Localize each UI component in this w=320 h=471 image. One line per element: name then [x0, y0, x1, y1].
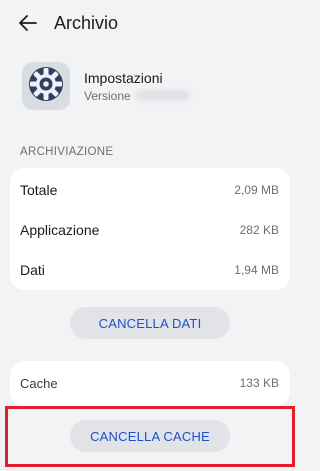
- storage-row-data: Dati 1,94 MB: [10, 250, 290, 290]
- storage-row-label: Applicazione: [20, 222, 100, 238]
- storage-card: Totale 2,09 MB Applicazione 282 KB Dati …: [10, 168, 290, 290]
- storage-row-label: Dati: [20, 262, 45, 278]
- app-name: Impostazioni: [84, 70, 163, 86]
- app-version-redacted: [136, 90, 190, 101]
- arrow-left-icon: [16, 10, 44, 36]
- app-version-label: Versione: [84, 89, 131, 103]
- storage-row-value: 282 KB: [239, 223, 279, 237]
- cache-label: Cache: [20, 375, 58, 391]
- page-title: Archivio: [54, 13, 119, 33]
- clear-data-button[interactable]: CANCELLA DATI: [70, 307, 230, 339]
- cache-row: Cache 133 KB: [10, 363, 290, 403]
- section-label-storage: ARCHIVIAZIONE: [20, 146, 114, 158]
- clear-cache-button[interactable]: CANCELLA CACHE: [70, 420, 230, 452]
- storage-row-app: Applicazione 282 KB: [10, 210, 290, 250]
- storage-row-total: Totale 2,09 MB: [10, 170, 290, 210]
- app-icon: [22, 62, 70, 110]
- app-bar: Archivio: [0, 0, 300, 46]
- cache-card: Cache 133 KB: [10, 361, 290, 406]
- storage-row-label: Totale: [20, 182, 58, 198]
- storage-row-value: 2,09 MB: [234, 183, 279, 197]
- back-button[interactable]: [16, 10, 44, 36]
- cache-value: 133 KB: [239, 376, 279, 390]
- gear-icon: [26, 64, 66, 109]
- storage-row-value: 1,94 MB: [234, 263, 279, 277]
